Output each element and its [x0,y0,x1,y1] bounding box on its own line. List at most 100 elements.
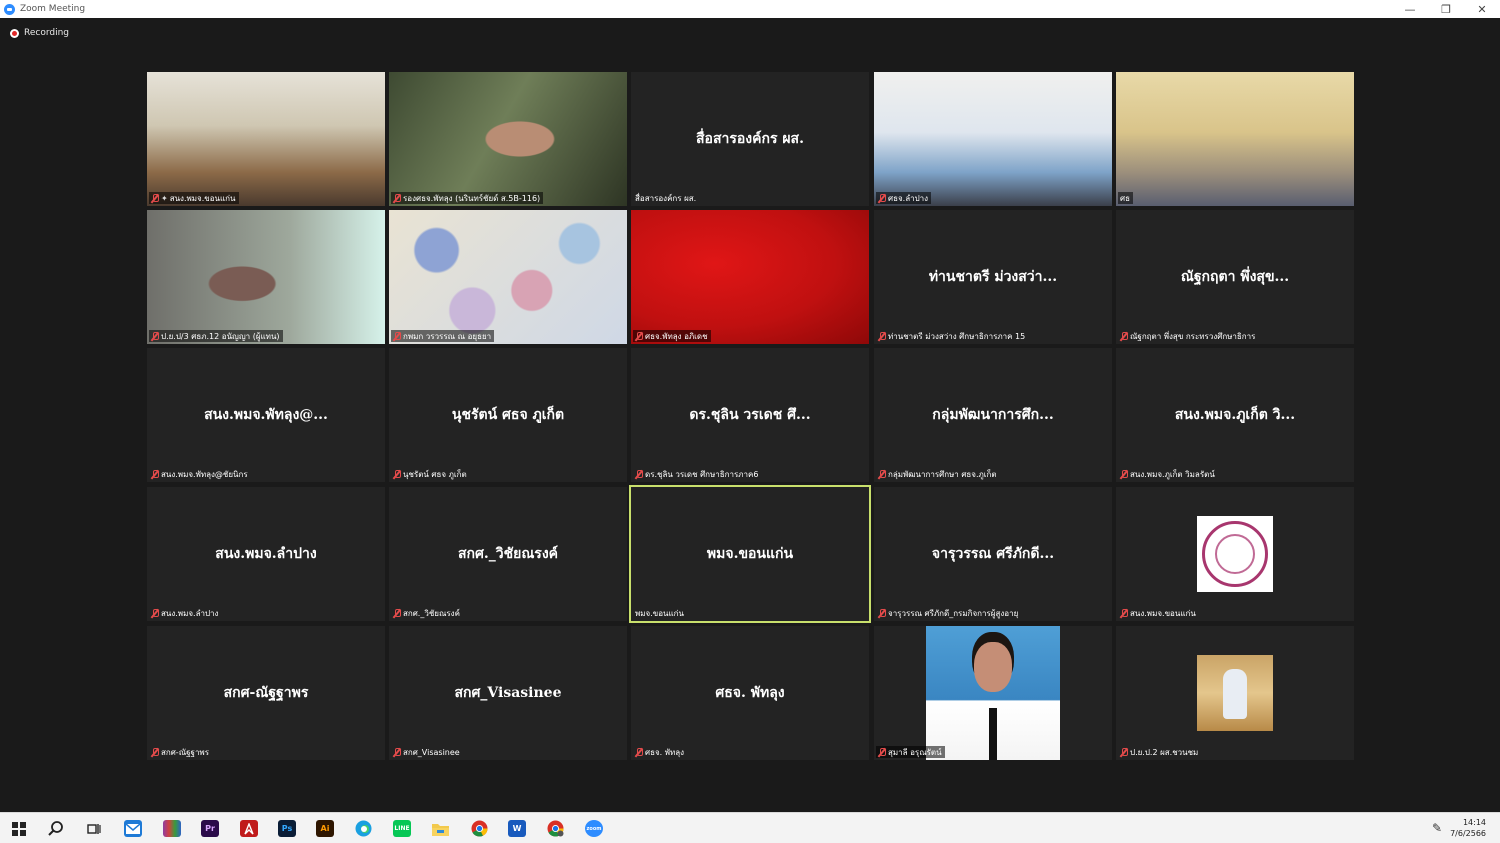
edge-icon[interactable] [354,820,372,837]
chrome-icon[interactable] [470,820,488,837]
video-tile-23[interactable]: สุมาลี อรุณรัตน์ [874,626,1112,760]
participant-name: กลุ่มพัฒนาการศึกษา ศธจ.ภูเก็ต [888,469,997,479]
chrome-profile-icon[interactable] [546,820,564,837]
illustrator-icon[interactable]: Ai [316,820,334,837]
participant-name: สื่อสารองค์กร ผส. [635,193,697,203]
video-tile-10[interactable]: สนง.พมจ.พัทลุง@... สนง.พมจ.พัทลุง@ชัยนิก… [147,348,385,482]
photo-figure [1223,669,1247,719]
video-tile-21[interactable]: สกศ_Visasinee สกศ_Visasinee [389,626,627,760]
muted-mic-icon [878,193,886,203]
task-view-icon[interactable] [85,820,103,837]
muted-mic-icon [393,747,401,757]
participant-name-bar: ดร.ชุลิน วรเดช ศึกษาธิการภาค6 [633,468,761,480]
video-tile-9[interactable]: ณัฐกฤตา พึ่งสุข... ณัฐกฤตา พึ่งสุข กระทร… [1116,210,1354,344]
participant-display-name: ดร.ชุลิน วรเดช ศึ... [689,407,811,423]
video-tile-6[interactable]: กพมก วรวรรณ ณ อยุธยา [389,210,627,344]
participant-name-bar: จารุวรรณ ศรีภักดี_กรมกิจการผู้สูงอายุ [876,607,1021,619]
muted-mic-icon [151,469,159,479]
participant-name-bar: สนง.พมจ.ภูเก็ต วิมลรัตน์ [1118,468,1218,480]
participant-name-bar: สนง.พมจ.ลำปาง [149,607,221,619]
muted-mic-icon [1120,469,1128,479]
video-tile-12[interactable]: ดร.ชุลิน วรเดช ศึ... ดร.ชุลิน วรเดช ศึกษ… [631,348,869,482]
participant-name-bar: ป.ย.ป/3 ศธภ.12 อนัญญา (ผู้แทน) [149,330,283,342]
video-tile-20[interactable]: สกศ-ณัฐฐาพร สกศ-ณัฐฐาพร [147,626,385,760]
participant-name: สกศ._วิชัยณรงค์ [403,608,460,618]
muted-mic-icon [1120,608,1128,618]
participant-name: สนง.พมจ.ภูเก็ต วิมลรัตน์ [1130,469,1215,479]
participant-name-bar: สนง.พมจ.ขอนแก่น [1118,607,1199,619]
muted-mic-icon [151,193,159,203]
muted-mic-icon [635,469,643,479]
participant-name-bar: สื่อสารองค์กร ผส. [633,192,699,204]
video-tile-24[interactable]: ป.ย.ป.2 ผส.ชวนชม [1116,626,1354,760]
participant-display-name: สนง.พมจ.พัทลุง@... [204,407,328,423]
participant-name: ศธจ.ลำปาง [888,193,929,203]
video-gallery: ✦ สนง.พมจ.ขอนแก่น รองศธจ.พัทลุง (นรินทร์ช… [0,0,1500,812]
word-icon[interactable]: W [508,820,526,837]
mail-icon[interactable] [124,820,142,837]
muted-mic-icon [151,331,159,341]
video-tile-14[interactable]: สนง.พมจ.ภูเก็ต วิ... สนง.พมจ.ภูเก็ต วิมล… [1116,348,1354,482]
start-icon[interactable] [10,820,28,837]
video-tile-16[interactable]: สกศ._วิชัยณรงค์ สกศ._วิชัยณรงค์ [389,487,627,621]
participant-name-bar: กพมก วรวรรณ ณ อยุธยา [391,330,495,342]
participant-name-bar: ✦ สนง.พมจ.ขอนแก่น [149,192,239,204]
video-tile-5[interactable]: ป.ย.ป/3 ศธภ.12 อนัญญา (ผู้แทน) [147,210,385,344]
photoshop-icon[interactable]: Ps [278,820,296,837]
windows-taskbar: Pr Ps Ai LINE W zoom ✎ 14:14 7/6/2566 [0,812,1500,843]
participant-name: สุมาลี อรุณรัตน์ [888,747,942,757]
participant-name-bar: สุมาลี อรุณรัตน์ [876,746,945,758]
participant-name-bar: รองศธจ.พัทลุง (นรินทร์ชัยด์ ส.5B-116) [391,192,544,204]
participant-name: ศธ [1120,193,1130,203]
participant-display-name: ท่านชาตรี ม่วงสว่า... [928,269,1058,285]
participant-display-name: สนง.พมจ.ภูเก็ต วิ... [1174,407,1296,423]
video-tile-11[interactable]: นุชรัตน์ ศธจ ภูเก็ต นุชรัตน์ ศธจ ภูเก็ต [389,348,627,482]
participant-display-name: ณัฐกฤตา พึ่งสุข... [1180,269,1290,285]
video-tile-4[interactable]: ศธ [1116,72,1354,206]
muted-mic-icon [635,747,643,757]
clock-time: 14:14 [1462,818,1486,827]
search-icon[interactable] [47,820,65,837]
muted-mic-icon [151,608,159,618]
participant-name: นุชรัตน์ ศธจ ภูเก็ต [403,469,467,479]
participant-name: ณัฐกฤตา พึ่งสุข กระทรวงศึกษาธิการ [1130,331,1256,341]
participant-name: จารุวรรณ ศรีภักดี_กรมกิจการผู้สูงอายุ [888,608,1019,618]
video-tile-17-active-speaker[interactable]: พมจ.ขอนแก่น พมจ.ขอนแก่น [629,485,871,623]
video-tile-2[interactable]: สื่อสารองค์กร ผส. สื่อสารองค์กร ผส. [631,72,869,206]
seal-emblem-icon [1202,521,1268,587]
participant-name: ดร.ชุลิน วรเดช ศึกษาธิการภาค6 [645,469,759,479]
line-icon[interactable]: LINE [393,820,411,837]
participant-name: ป.ย.ป/3 ศธภ.12 อนัญญา (ผู้แทน) [161,331,280,341]
video-tile-3[interactable]: ศธจ.ลำปาง [874,72,1112,206]
video-tile-7[interactable]: ศธจ.พัทลุง อภิเดช [631,210,869,344]
participant-display-name: สกศ-ณัฐฐาพร [223,685,309,701]
participant-name-bar: สกศ._วิชัยณรงค์ [391,607,463,619]
video-tile-18[interactable]: จารุวรรณ ศรีภักดี... จารุวรรณ ศรีภักดี_ก… [874,487,1112,621]
profile-picture-portrait [926,626,1060,760]
taskbar-clock[interactable]: 14:14 7/6/2566 [1450,817,1486,839]
participant-name: สนง.พมจ.ลำปาง [161,608,219,618]
video-tile-8[interactable]: ท่านชาตรี ม่วงสว่า... ท่านชาตรี ม่วงสว่า… [874,210,1112,344]
participant-name: สนง.พมจ.พัทลุง@ชัยนิกร [161,469,248,479]
winrar-icon[interactable] [163,820,181,837]
video-tile-19[interactable]: สนง.พมจ.ขอนแก่น [1116,487,1354,621]
video-tile-13[interactable]: กลุ่มพัฒนาการศึก... กลุ่มพัฒนาการศึกษา ศ… [874,348,1112,482]
explorer-icon[interactable] [431,820,449,837]
participant-display-name: สกศ_Visasinee [454,685,562,701]
premiere-icon[interactable]: Pr [201,820,219,837]
video-tile-15[interactable]: สนง.พมจ.ลำปาง สนง.พมจ.ลำปาง [147,487,385,621]
participant-name: สนง.พมจ.ขอนแก่น [169,193,236,203]
video-tile-1[interactable]: รองศธจ.พัทลุง (นรินทร์ชัยด์ ส.5B-116) [389,72,627,206]
muted-mic-icon [635,331,643,341]
zoom-icon[interactable]: zoom [585,820,603,837]
pen-menu-icon[interactable]: ✎ [1432,821,1446,835]
acrobat-icon[interactable] [240,820,258,837]
portrait-head [974,642,1012,692]
video-tile-0[interactable]: ✦ สนง.พมจ.ขอนแก่น [147,72,385,206]
muted-mic-icon [393,608,401,618]
muted-mic-icon [878,331,886,341]
video-tile-22[interactable]: ศธจ. พัทลุง ศธจ. พัทลุง [631,626,869,760]
muted-mic-icon [878,469,886,479]
participant-name: ศธจ. พัทลุง [645,747,685,757]
participant-name: รองศธจ.พัทลุง (นรินทร์ชัยด์ ส.5B-116) [403,193,541,203]
